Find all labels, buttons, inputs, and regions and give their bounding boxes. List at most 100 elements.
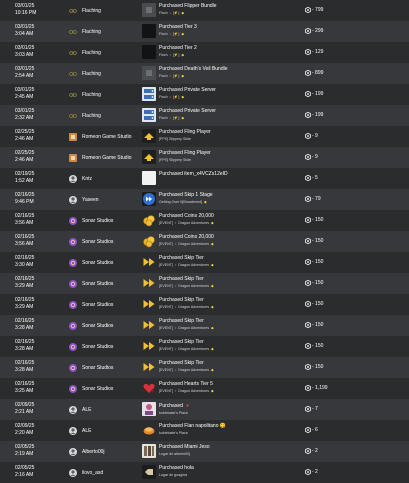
item-title[interactable]: Purchased Skip Tier: [159, 255, 299, 262]
robux-icon: [305, 385, 311, 391]
creator-link[interactable]: Sonar Studios: [69, 279, 113, 288]
item-details: Purchased Private Server Fisch • [⚡] ◆: [159, 108, 299, 121]
item-experience[interactable]: Fisch • [⚡] ◆: [159, 73, 299, 79]
creator-link[interactable]: Sonar Studios: [69, 258, 113, 267]
skip-tier-thumb[interactable]: [142, 318, 156, 332]
item-experience[interactable]: [EVENT] • Dragon Adventures ◆: [159, 388, 299, 394]
creator-link[interactable]: Romeon Game Studio: [69, 132, 131, 141]
coins-thumb[interactable]: [142, 234, 156, 248]
coins-thumb[interactable]: [142, 213, 156, 227]
item-title[interactable]: Purchased Fling Player: [159, 129, 299, 136]
creator-link[interactable]: Sonar Studios: [69, 342, 113, 351]
item-title[interactable]: Purchased Fling Player: [159, 150, 299, 157]
creator-link[interactable]: ilovo_asd: [69, 468, 103, 477]
time-text: 3:30 AM: [15, 261, 34, 268]
item-title[interactable]: Purchased Flipper Bundle: [159, 3, 299, 10]
item-experience[interactable]: Lugar de alberto00j: [159, 451, 299, 457]
item-experience[interactable]: [FPS] Slippery Slide: [159, 136, 299, 142]
creator-link[interactable]: Flaching: [69, 90, 101, 99]
creator-link[interactable]: Yaseen: [69, 195, 99, 204]
skip-tier-thumb[interactable]: [142, 339, 156, 353]
item-title[interactable]: Purchased Skip 1 Stage: [159, 192, 299, 199]
item-title[interactable]: Purchased Private Server: [159, 108, 299, 115]
item-experience[interactable]: Fisch • [⚡] ◆: [159, 115, 299, 121]
item-title[interactable]: Purchased Death's Veil Bundle: [159, 66, 299, 73]
creator-link[interactable]: Sonar Studios: [69, 363, 113, 372]
skip-tier-thumb[interactable]: [142, 360, 156, 374]
creator-link[interactable]: ALE: [69, 426, 91, 435]
item-title[interactable]: Purchased ♥: [159, 402, 299, 410]
dark-thumb[interactable]: [142, 24, 156, 38]
item-experience[interactable]: [EVENT] • Dragon Adventures ◆: [159, 262, 299, 268]
skip-tier-thumb[interactable]: [142, 276, 156, 290]
item-title[interactable]: Purchased Skip Tier: [159, 339, 299, 346]
time-text: 3:28 AM: [15, 324, 34, 331]
creator-link[interactable]: Kntz: [69, 174, 92, 183]
skip-tier-thumb[interactable]: [142, 297, 156, 311]
fling-thumb[interactable]: [142, 129, 156, 143]
creator-link[interactable]: Sonar Studios: [69, 237, 113, 246]
item-experience[interactable]: kobiebake's Place: [159, 410, 299, 416]
item-title[interactable]: Purchased Skip Tier: [159, 360, 299, 367]
creator-link[interactable]: Flaching: [69, 48, 101, 57]
fling-thumb[interactable]: [142, 150, 156, 164]
item-experience[interactable]: [EVENT] • Dragon Adventures ◆: [159, 220, 299, 226]
creator-link[interactable]: Sonar Studios: [69, 216, 113, 225]
time-text: 2:32 AM: [15, 114, 34, 121]
bundle-thumb[interactable]: [142, 3, 156, 17]
hola-thumb[interactable]: [142, 465, 156, 479]
dark-thumb[interactable]: [142, 45, 156, 59]
item-title[interactable]: Purchased Hearts Tier 5: [159, 381, 299, 388]
item-title[interactable]: Purchased Skip Tier: [159, 297, 299, 304]
item-experience[interactable]: Fisch • [⚡] ◆: [159, 52, 299, 58]
skip-stage-thumb[interactable]: [142, 192, 156, 206]
item-experience[interactable]: Fisch • [⚡] ◆: [159, 94, 299, 100]
item-title[interactable]: Purchased Miami Jeso: [159, 444, 299, 451]
creator-link[interactable]: Romeon Game Studio: [69, 153, 131, 162]
item-experience[interactable]: [EVENT] • Dragon Adventures ◆: [159, 367, 299, 373]
bundle-thumb[interactable]: [142, 66, 156, 80]
creator-link[interactable]: Flaching: [69, 6, 101, 15]
item-experience[interactable]: [EVENT] • Dragon Adventures ◆: [159, 241, 299, 247]
flan-thumb[interactable]: [142, 423, 156, 437]
item-title[interactable]: Purchased Tier 3: [159, 24, 299, 31]
item-title[interactable]: Purchased item_x4VCZs12eID: [159, 171, 299, 178]
creator-link[interactable]: Sonar Studios: [69, 321, 113, 330]
creator-link[interactable]: Flaching: [69, 111, 101, 120]
item-title[interactable]: Purchased Skip Tier: [159, 318, 299, 325]
item-experience[interactable]: Getting Over It[Broadened] ◆: [159, 199, 299, 205]
transaction-date: 02/16/25 3:29 AM: [15, 276, 34, 289]
item-title[interactable]: Purchased hola: [159, 465, 299, 472]
item-title[interactable]: Purchased Tier 2: [159, 45, 299, 52]
creator-link[interactable]: Flaching: [69, 69, 101, 78]
item-experience[interactable]: [EVENT] • Dragon Adventures ◆: [159, 325, 299, 331]
item-title[interactable]: Purchased Skip Tier: [159, 276, 299, 283]
photo-thumb[interactable]: [142, 402, 156, 416]
server-thumb[interactable]: [142, 87, 156, 101]
robux-icon: [305, 196, 311, 202]
miami-thumb[interactable]: [142, 444, 156, 458]
server-thumb[interactable]: [142, 108, 156, 122]
transaction-amount: - 129: [305, 49, 323, 55]
item-title[interactable]: Purchased Coins 20,000: [159, 234, 299, 241]
item-experience[interactable]: kobiebake's Place: [159, 430, 299, 436]
item-title[interactable]: Purchased Private Server: [159, 87, 299, 94]
hearts-thumb[interactable]: [142, 381, 156, 395]
item-experience[interactable]: [FPS] Slippery Slide: [159, 157, 299, 163]
creator-link[interactable]: Alberto00j: [69, 447, 105, 456]
item-experience[interactable]: [EVENT] • Dragon Adventures ◆: [159, 304, 299, 310]
item-experience[interactable]: [EVENT] • Dragon Adventures ◆: [159, 346, 299, 352]
item-title[interactable]: Purchased Coins 20,000: [159, 213, 299, 220]
item-experience[interactable]: Fisch • [⚡] ◆: [159, 31, 299, 37]
skip-tier-thumb[interactable]: [142, 255, 156, 269]
white-thumb[interactable]: [142, 171, 156, 185]
item-experience[interactable]: Lugar de guagina: [159, 472, 299, 478]
creator-link[interactable]: Sonar Studios: [69, 300, 113, 309]
creator-link[interactable]: Flaching: [69, 27, 101, 36]
item-experience[interactable]: [EVENT] • Dragon Adventures ◆: [159, 283, 299, 289]
creator-link[interactable]: Sonar Studios: [69, 384, 113, 393]
creator-link[interactable]: ALE: [69, 405, 91, 414]
item-title[interactable]: Purchased Flan napolitano 😋: [159, 423, 299, 430]
item-experience[interactable]: Fisch • [⚡] ◆: [159, 10, 299, 16]
item-title-text: Purchased Fling Player: [159, 129, 211, 135]
